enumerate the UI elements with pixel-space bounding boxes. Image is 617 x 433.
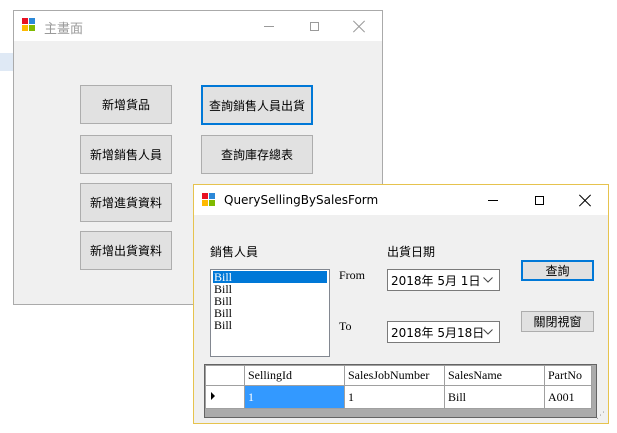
resize-grip-icon[interactable]: ⋰: [596, 411, 606, 421]
selling-data-grid[interactable]: SellingId SalesJobNumber SalesName PartN…: [204, 364, 597, 418]
close-button[interactable]: [336, 11, 382, 41]
maximize-icon: [309, 21, 319, 31]
app-icon: [202, 193, 218, 209]
column-header-partno[interactable]: PartNo: [544, 365, 592, 386]
app-icon: [22, 18, 38, 34]
minimize-button[interactable]: [246, 11, 292, 41]
ship-date-label: 出貨日期: [387, 245, 436, 259]
column-header-sellingid[interactable]: SellingId: [244, 365, 345, 386]
close-icon: [353, 20, 365, 32]
to-date-value: 2018年 5月18日: [391, 325, 485, 340]
from-date-value: 2018年 5月 1日: [391, 273, 481, 288]
list-item[interactable]: Bill: [213, 319, 327, 331]
minimize-button[interactable]: [470, 185, 516, 215]
maximize-icon: [534, 195, 544, 205]
minimize-icon: [264, 25, 274, 27]
add-salesperson-button[interactable]: 新增銷售人員: [80, 135, 172, 174]
maximize-button[interactable]: [291, 11, 337, 41]
chevron-down-icon[interactable]: [481, 326, 495, 338]
main-window-title: 主畫面: [44, 22, 84, 37]
cell-salesname[interactable]: Bill: [444, 385, 545, 409]
add-shipment-button[interactable]: 新增出貨資料: [80, 231, 172, 270]
from-date-picker[interactable]: 2018年 5月 1日: [387, 269, 500, 291]
column-header-salesjobnumber[interactable]: SalesJobNumber: [344, 365, 445, 386]
query-title-bar[interactable]: QuerySellingBySalesForm: [194, 185, 608, 215]
query-selling-window: QuerySellingBySalesForm 銷售人員 出貨日期 Bill B…: [193, 184, 609, 424]
add-purchase-button[interactable]: 新增進貨資料: [80, 183, 172, 222]
table-row[interactable]: 1 1 Bill A001: [205, 385, 592, 409]
from-label: From: [339, 268, 366, 282]
close-icon: [579, 194, 591, 206]
minimize-icon: [488, 199, 498, 201]
column-header-salesname[interactable]: SalesName: [444, 365, 545, 386]
chevron-down-icon[interactable]: [481, 274, 495, 286]
to-date-picker[interactable]: 2018年 5月18日: [387, 321, 500, 343]
cell-salesjobnumber[interactable]: 1: [344, 385, 445, 409]
grid-header-row: SellingId SalesJobNumber SalesName PartN…: [205, 365, 592, 386]
row-header-corner: [205, 365, 245, 386]
query-inventory-summary-button[interactable]: 查詢庫存總表: [201, 135, 313, 174]
close-window-button[interactable]: 關閉視窗: [521, 311, 594, 332]
cell-sellingid[interactable]: 1: [244, 385, 345, 409]
add-goods-button[interactable]: 新增貨品: [80, 85, 172, 124]
main-title-bar[interactable]: 主畫面: [14, 11, 382, 41]
query-button[interactable]: 查詢: [521, 260, 594, 281]
salesperson-label: 銷售人員: [210, 245, 259, 259]
to-label: To: [339, 319, 352, 333]
current-row-arrow-icon: [211, 391, 215, 400]
query-window-title: QuerySellingBySalesForm: [224, 193, 379, 207]
row-header[interactable]: [205, 385, 245, 409]
query-salesperson-shipments-button[interactable]: 查詢銷售人員出貨: [201, 85, 313, 125]
salesperson-listbox[interactable]: Bill Bill Bill Bill Bill: [210, 269, 330, 357]
background-window-edge: [0, 53, 13, 71]
close-button[interactable]: [562, 185, 608, 215]
cell-partno[interactable]: A001: [544, 385, 592, 409]
maximize-button[interactable]: [516, 185, 562, 215]
